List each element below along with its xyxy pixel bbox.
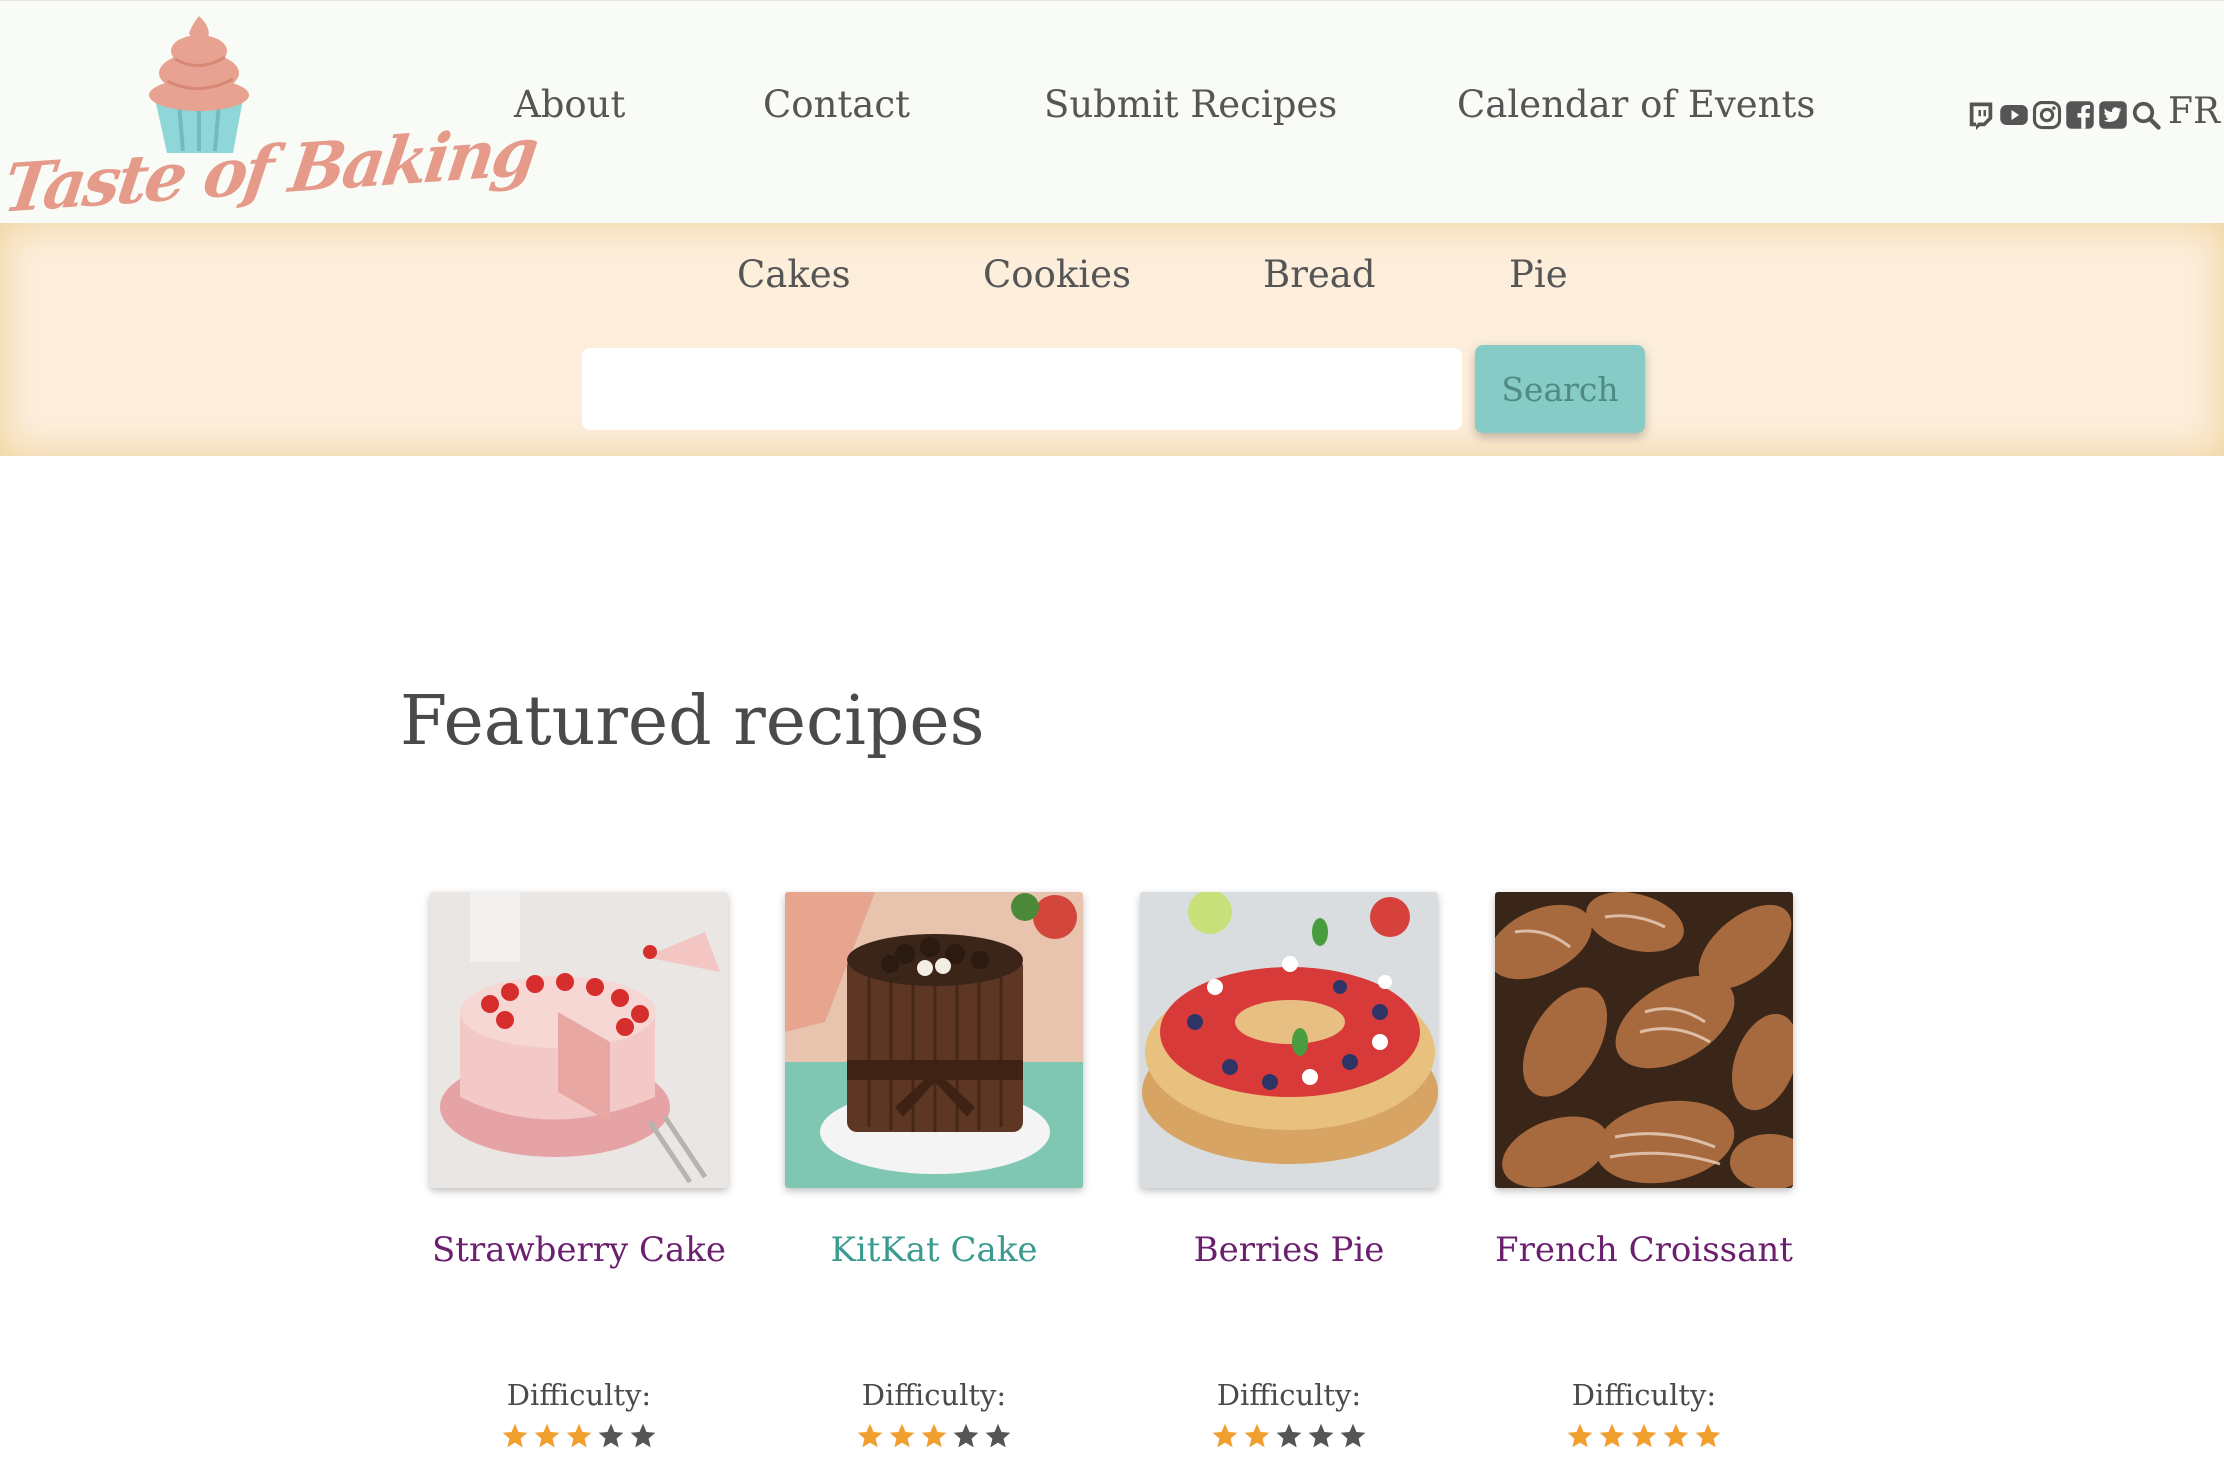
star-filled-icon xyxy=(857,1423,883,1448)
youtube-icon[interactable] xyxy=(1999,100,2029,130)
difficulty-rating xyxy=(430,1422,728,1450)
star-empty-icon xyxy=(953,1423,979,1448)
recipe-image-strawberry-cake[interactable] xyxy=(430,892,728,1188)
recipe-card: French Croissant Difficulty: xyxy=(1495,892,1851,1466)
top-header: Taste of Baking About Contact Submit Rec… xyxy=(0,0,2224,228)
instagram-icon[interactable] xyxy=(2032,100,2062,130)
star-empty-icon xyxy=(1308,1423,1334,1448)
star-empty-icon xyxy=(1276,1423,1302,1448)
star-filled-icon xyxy=(889,1423,915,1448)
category-band: Cakes Cookies Bread Pie Search xyxy=(0,223,2224,456)
recipe-image-berries-pie[interactable] xyxy=(1140,892,1438,1188)
search-icon[interactable] xyxy=(2131,100,2161,130)
star-empty-icon xyxy=(598,1423,624,1448)
recipe-image-french-croissant[interactable] xyxy=(1495,892,1793,1188)
nav-contact[interactable]: Contact xyxy=(763,83,910,126)
site-logo[interactable]: Taste of Baking xyxy=(0,11,541,246)
twitch-icon[interactable] xyxy=(1966,100,1996,130)
featured-recipes-heading: Featured recipes xyxy=(400,682,985,761)
star-filled-icon xyxy=(1244,1423,1270,1448)
star-filled-icon xyxy=(921,1423,947,1448)
recipe-title[interactable]: French Croissant xyxy=(1435,1230,1853,1270)
star-filled-icon xyxy=(1599,1423,1625,1448)
category-pie[interactable]: Pie xyxy=(1509,253,1568,296)
star-filled-icon xyxy=(1663,1423,1689,1448)
facebook-icon[interactable] xyxy=(2065,100,2095,130)
category-cakes[interactable]: Cakes xyxy=(737,253,851,296)
star-empty-icon xyxy=(985,1423,1011,1448)
social-links xyxy=(1966,95,2161,135)
star-filled-icon xyxy=(1212,1423,1238,1448)
language-toggle[interactable]: FR xyxy=(2168,91,2220,132)
star-filled-icon xyxy=(534,1423,560,1448)
star-filled-icon xyxy=(1695,1423,1721,1448)
twitter-icon[interactable] xyxy=(2098,100,2128,130)
difficulty-rating xyxy=(1140,1422,1438,1450)
star-filled-icon xyxy=(502,1423,528,1448)
difficulty-rating xyxy=(785,1422,1083,1450)
star-empty-icon xyxy=(630,1423,656,1448)
nav-calendar-of-events[interactable]: Calendar of Events xyxy=(1457,83,1815,126)
star-filled-icon xyxy=(1567,1423,1593,1448)
brand-wordmark: Taste of Baking xyxy=(0,111,541,228)
difficulty-rating xyxy=(1495,1422,1793,1450)
category-bread[interactable]: Bread xyxy=(1263,253,1376,296)
star-filled-icon xyxy=(566,1423,592,1448)
recipe-image-kitkat-cake[interactable] xyxy=(785,892,1083,1188)
difficulty-label: Difficulty: xyxy=(1571,1378,1717,1412)
star-empty-icon xyxy=(1340,1423,1366,1448)
star-filled-icon xyxy=(1631,1423,1657,1448)
search-button[interactable]: Search xyxy=(1475,345,1645,433)
search-input[interactable] xyxy=(582,348,1462,430)
category-cookies[interactable]: Cookies xyxy=(983,253,1131,296)
nav-submit-recipes[interactable]: Submit Recipes xyxy=(1044,83,1337,126)
